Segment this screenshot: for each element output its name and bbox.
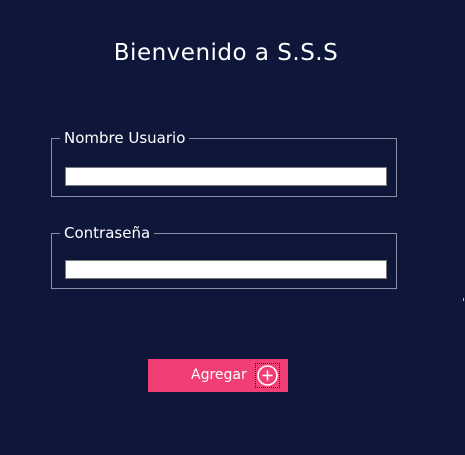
add-button-label: Agregar xyxy=(191,367,247,383)
password-group: Contraseña xyxy=(51,225,397,289)
add-button[interactable]: Agregar xyxy=(148,359,288,392)
username-group: Nombre Usuario xyxy=(51,130,397,197)
username-input[interactable] xyxy=(65,167,387,186)
username-label: Nombre Usuario xyxy=(64,129,186,147)
password-input[interactable] xyxy=(65,260,387,279)
plus-circle-icon xyxy=(255,363,280,388)
edge-mark xyxy=(463,298,464,301)
password-label: Contraseña xyxy=(64,224,151,242)
page-title: Bienvenido a S.S.S xyxy=(113,40,339,66)
